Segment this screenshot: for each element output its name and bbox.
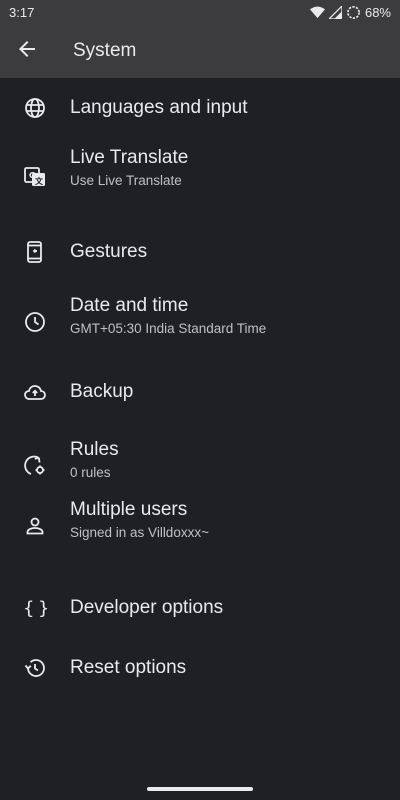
- list-item-title: Rules: [70, 439, 119, 460]
- list-item-subtitle: GMT+05:30 India Standard Time: [70, 321, 267, 336]
- back-button[interactable]: [0, 24, 54, 78]
- list-item-title: Backup: [70, 381, 134, 402]
- globe-icon: [23, 96, 47, 120]
- list-item-title: Reset options: [70, 657, 187, 678]
- list-item-rules[interactable]: Rules 0 rules: [0, 418, 400, 498]
- svg-text:文: 文: [35, 176, 44, 186]
- person-icon: [23, 514, 47, 538]
- cloud-upload-icon: [23, 380, 47, 404]
- list-item-title: Gestures: [70, 241, 148, 262]
- status-bar: 3:17 68%: [0, 0, 400, 24]
- list-item-subtitle: Signed in as Villdoxxx~: [70, 525, 209, 540]
- list-item-text: Developer options: [70, 596, 388, 620]
- list-item-backup[interactable]: Backup: [0, 358, 400, 418]
- arrow-back-icon: [15, 37, 39, 66]
- list-item-text: Backup: [70, 380, 388, 404]
- list-item-title: Multiple users: [70, 499, 188, 520]
- list-item-date-time[interactable]: Date and time GMT+05:30 India Standard T…: [0, 278, 400, 358]
- list-item-text: Languages and input: [70, 96, 388, 120]
- history-icon: [23, 656, 47, 680]
- battery-saver-icon: [346, 5, 361, 20]
- signal-icon: [328, 5, 342, 19]
- page-title: System: [73, 40, 137, 61]
- status-time: 3:17: [9, 4, 35, 20]
- list-item-developer-options[interactable]: { } Developer options: [0, 578, 400, 638]
- list-item-gestures[interactable]: Gestures: [0, 218, 400, 278]
- app-bar: System: [0, 24, 400, 78]
- clock-icon: [23, 310, 47, 334]
- list-item-text: Multiple users Signed in as Villdoxxx~: [70, 498, 388, 542]
- translate-icon: G 文: [23, 165, 47, 189]
- list-item-title: Date and time: [70, 295, 189, 316]
- list-item-text: Gestures: [70, 240, 388, 264]
- list-item-multiple-users[interactable]: Multiple users Signed in as Villdoxxx~: [0, 498, 400, 578]
- list-item-text: Date and time GMT+05:30 India Standard T…: [70, 294, 388, 338]
- list-item-title: Live Translate: [70, 147, 189, 168]
- gestures-phone-icon: [23, 240, 47, 264]
- list-item-subtitle: Use Live Translate: [70, 173, 182, 188]
- status-icons: 68%: [309, 4, 391, 20]
- list-item-text: Reset options: [70, 656, 388, 680]
- battery-percent: 68%: [364, 4, 391, 20]
- list-item-subtitle: 0 rules: [70, 465, 111, 480]
- list-item-languages[interactable]: Languages and input: [0, 78, 400, 138]
- list-item-reset-options[interactable]: Reset options: [0, 638, 400, 698]
- home-indicator[interactable]: [147, 787, 253, 791]
- list-item-title: Developer options: [70, 597, 224, 618]
- list-item-text: Live Translate Use Live Translate: [70, 146, 388, 190]
- braces-icon: { }: [23, 596, 47, 620]
- rules-icon: [23, 454, 47, 478]
- screen: 3:17 68% System Languages and input G 文 …: [0, 0, 400, 800]
- wifi-icon: [309, 6, 325, 19]
- svg-text:}: }: [38, 598, 47, 619]
- list-item-text: Rules 0 rules: [70, 438, 388, 482]
- svg-text:{: {: [23, 598, 34, 619]
- settings-list: Languages and input G 文 Live Translate U…: [0, 78, 400, 698]
- list-item-title: Languages and input: [70, 97, 248, 118]
- list-item-live-translate[interactable]: G 文 Live Translate Use Live Translate: [0, 138, 400, 218]
